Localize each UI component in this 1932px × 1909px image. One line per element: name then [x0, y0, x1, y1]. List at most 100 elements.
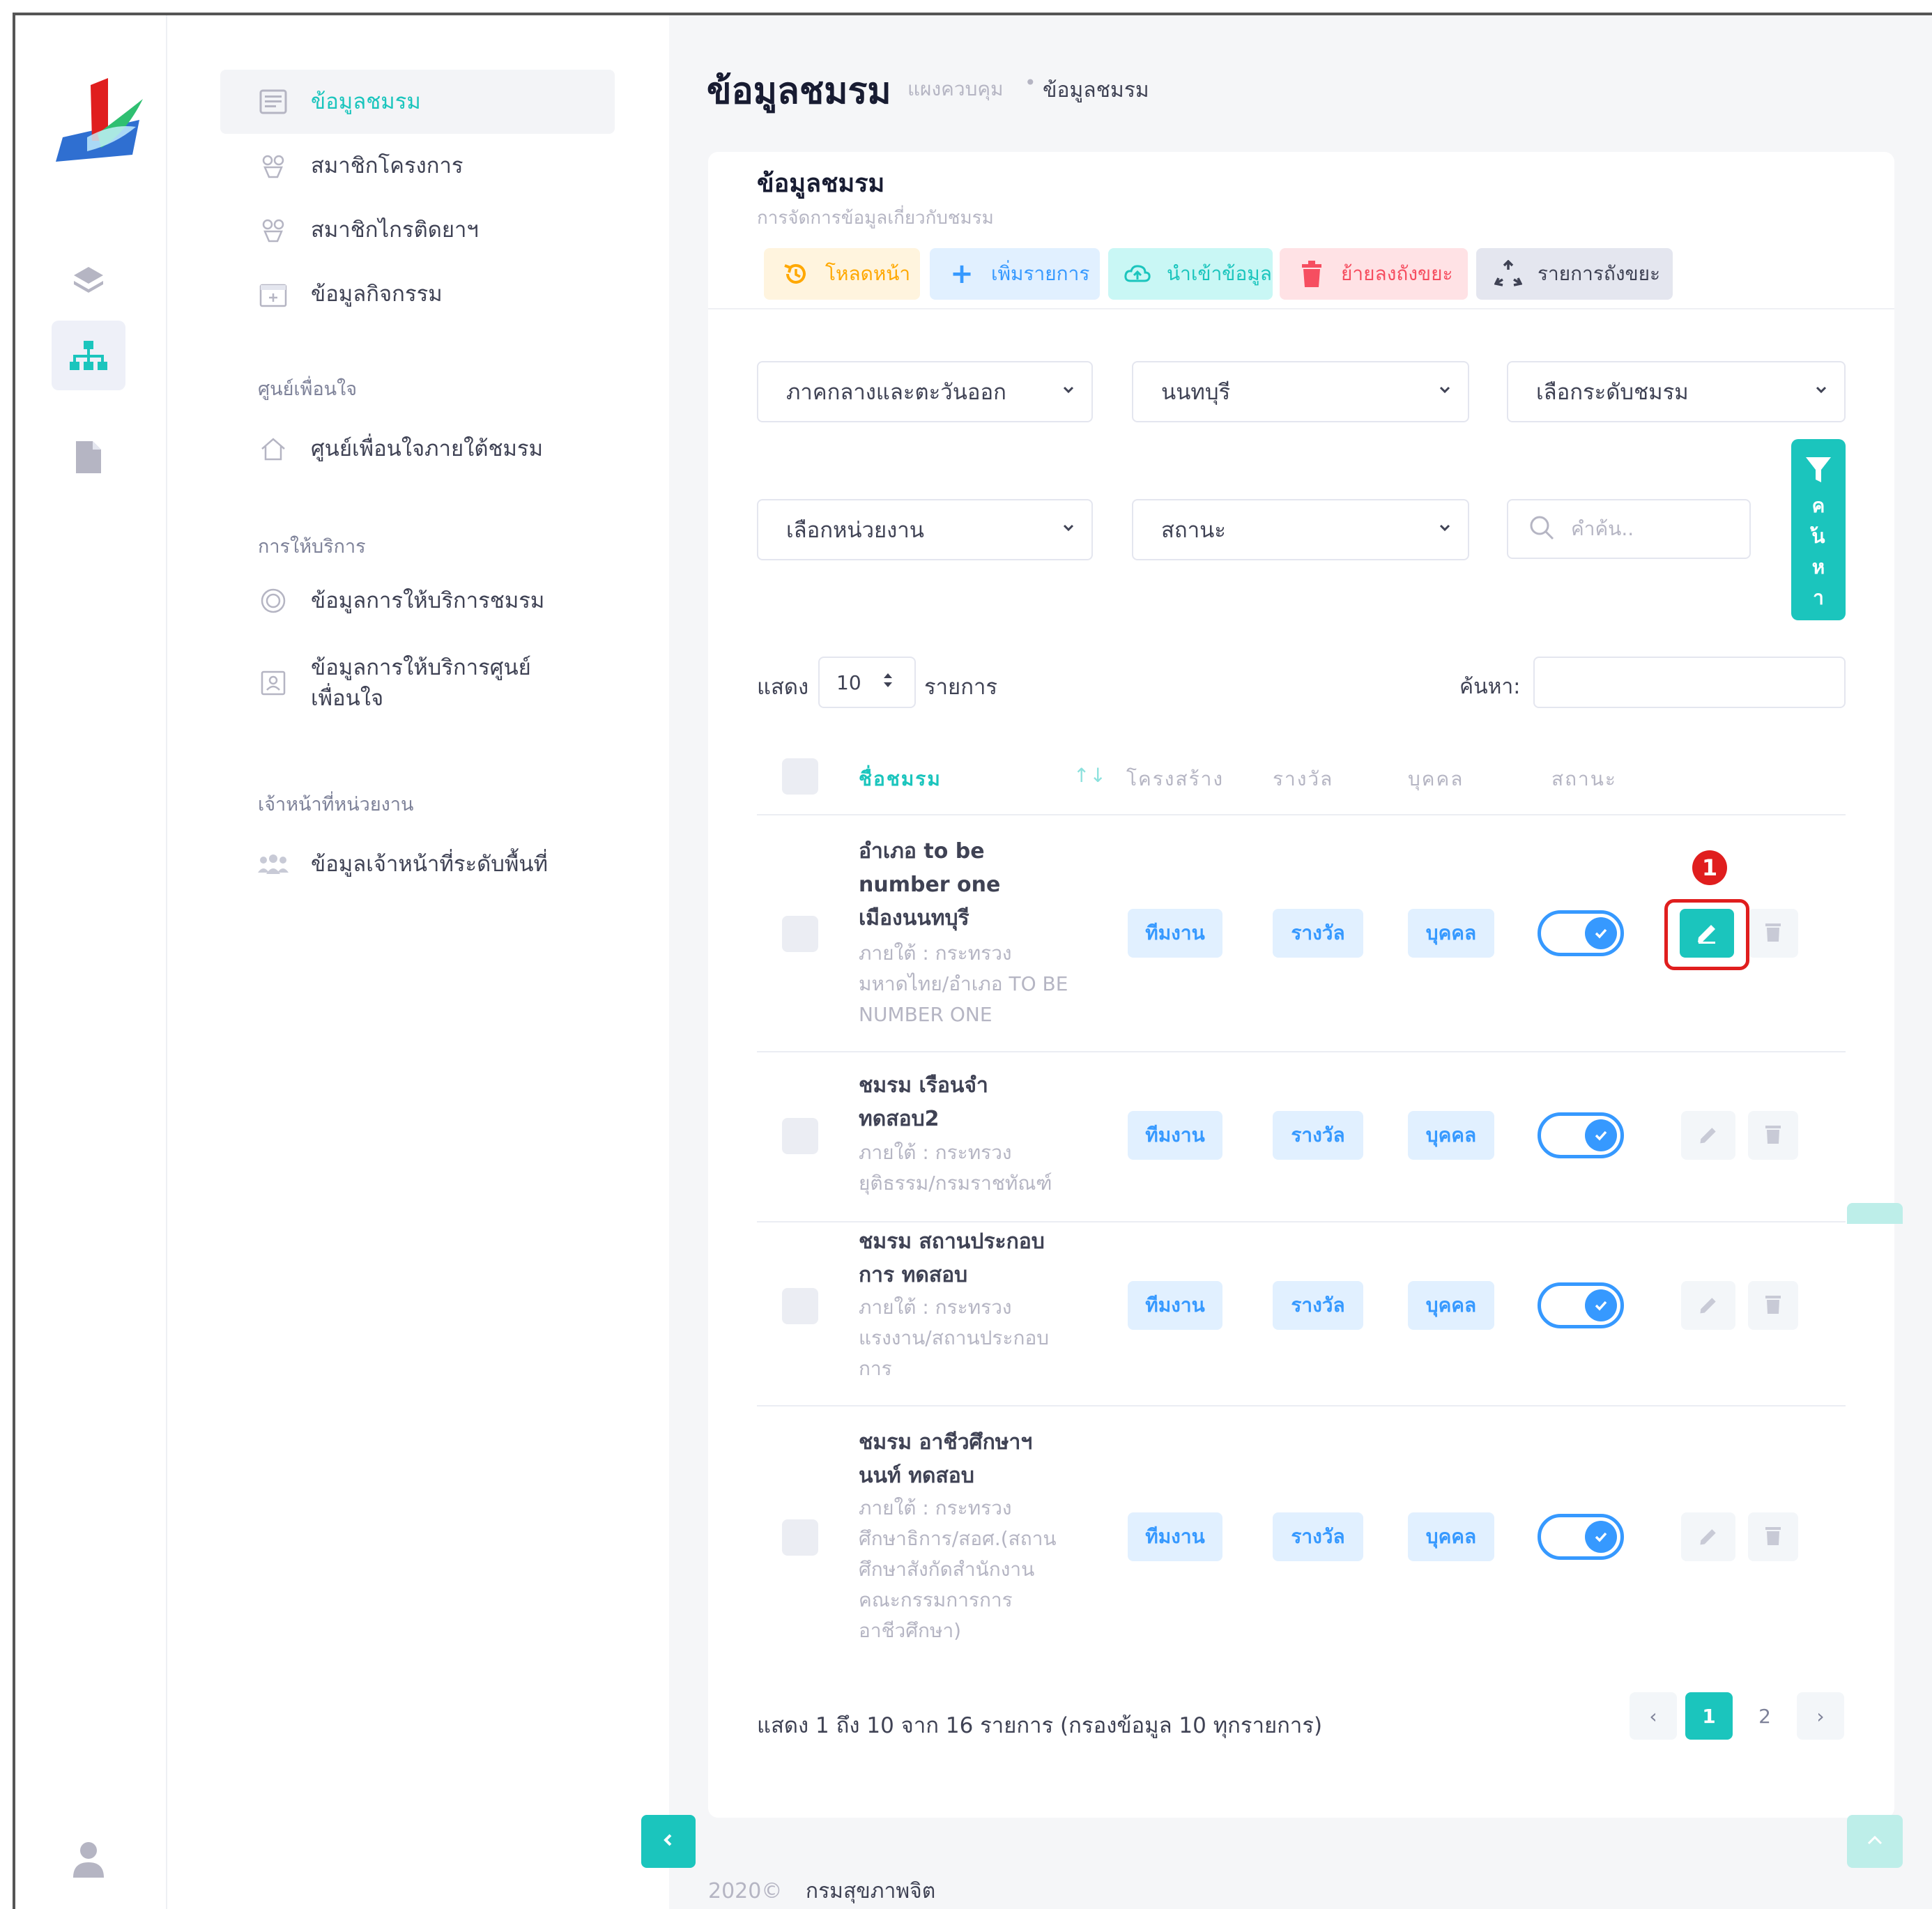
- status-select[interactable]: สถานะ: [1132, 499, 1469, 560]
- club-under-line: อาชีวศึกษา): [859, 1619, 962, 1642]
- award-button[interactable]: รางวัล: [1273, 1281, 1363, 1330]
- table-search-label: ค้นหา:: [1459, 675, 1521, 699]
- team-button[interactable]: ทีมงาน: [1128, 909, 1222, 958]
- row-checkbox[interactable]: [782, 1519, 818, 1556]
- menu-label: ข้อมูลชมรม: [311, 89, 421, 114]
- app-logo[interactable]: [49, 71, 153, 176]
- delete-button[interactable]: [1748, 1111, 1798, 1160]
- pagination-prev[interactable]: ‹: [1630, 1692, 1677, 1740]
- person-button[interactable]: บุคคล: [1408, 1512, 1494, 1561]
- menu-item-club-info[interactable]: ข้อมูลชมรม: [220, 70, 615, 134]
- province-select[interactable]: นนทบุรี: [1132, 361, 1469, 422]
- award-button[interactable]: รางวัล: [1273, 1512, 1363, 1561]
- club-name-line: ชมรม สถานประกอบ: [859, 1229, 1045, 1254]
- row-divider: [757, 1051, 1846, 1052]
- row-checkbox[interactable]: [782, 1118, 818, 1154]
- team-button[interactable]: ทีมงาน: [1128, 1281, 1222, 1330]
- pagination-page-1[interactable]: 1: [1685, 1692, 1733, 1740]
- menu-item-project-members[interactable]: สมาชิกโครงการ: [220, 134, 615, 198]
- trash-list-button[interactable]: รายการถังขยะ: [1476, 248, 1673, 300]
- delete-button[interactable]: [1748, 1281, 1798, 1330]
- menu-item-drug-members[interactable]: สมาชิกไกรติดยาฯ: [220, 198, 615, 262]
- delete-button[interactable]: [1748, 1512, 1798, 1561]
- move-to-trash-button[interactable]: ย้ายลงถังขยะ: [1280, 248, 1468, 300]
- menu-item-club-service[interactable]: ข้อมูลการให้บริการชมรม: [220, 569, 615, 633]
- column-header-status: สถานะ: [1551, 767, 1617, 790]
- keyword-search-input[interactable]: คำค้น..: [1507, 499, 1751, 559]
- add-button[interactable]: + เพิ่มรายการ: [930, 248, 1100, 300]
- breadcrumb-separator: •: [1025, 71, 1036, 94]
- scroll-handle[interactable]: [1847, 1203, 1903, 1224]
- edit-button[interactable]: [1681, 1512, 1735, 1561]
- pagination-info: แสดง 1 ถึง 10 จาก 16 รายการ (กรองข้อมูล …: [757, 1713, 1323, 1738]
- person-button[interactable]: บุคคล: [1408, 1281, 1494, 1330]
- filter-button-label: ค้นหา: [1807, 491, 1830, 613]
- user-icon[interactable]: [52, 1825, 125, 1894]
- import-button[interactable]: นำเข้าข้อมูล: [1108, 248, 1273, 300]
- column-header-name[interactable]: ชื่อชมรม: [859, 764, 942, 795]
- breadcrumb-home[interactable]: แผงควบคุม: [907, 74, 1004, 105]
- award-button[interactable]: รางวัล: [1273, 1111, 1363, 1160]
- status-toggle[interactable]: [1538, 1282, 1624, 1328]
- menu-item-local-staff[interactable]: ข้อมูลเจ้าหน้าที่ระดับพื้นที่: [220, 832, 615, 896]
- pagination-next[interactable]: ›: [1797, 1692, 1844, 1740]
- plus-icon: +: [950, 258, 974, 290]
- person-button[interactable]: บุคคล: [1408, 1111, 1494, 1160]
- club-level-select[interactable]: เลือกระดับชมรม: [1507, 361, 1846, 422]
- filter-search-button[interactable]: ค้นหา: [1791, 439, 1846, 620]
- menu-item-activities[interactable]: ข้อมูลกิจกรรม: [220, 262, 615, 326]
- page-title: ข้อมูลชมรม: [707, 70, 891, 112]
- calendar-icon: [256, 279, 290, 309]
- team-button[interactable]: ทีมงาน: [1128, 1111, 1222, 1160]
- menu-label: สมาชิกโครงการ: [311, 153, 463, 178]
- delete-button[interactable]: [1748, 909, 1798, 958]
- pagination-page-2[interactable]: 2: [1741, 1692, 1788, 1740]
- club-name-line: number one: [859, 873, 1001, 897]
- trash-icon: [1764, 1293, 1782, 1318]
- row-checkbox[interactable]: [782, 1288, 818, 1324]
- club-under: ภายใต้ : กระทรวง มหาดไทย/อำเภอ TO BE NUM…: [859, 938, 1089, 1030]
- status-toggle[interactable]: [1538, 910, 1624, 956]
- table-search-input[interactable]: [1533, 657, 1846, 708]
- chevron-down-icon: [1058, 379, 1079, 406]
- edit-button[interactable]: [1681, 1281, 1735, 1330]
- layers-icon[interactable]: [52, 245, 125, 315]
- menu-label: ข้อมูลการให้บริการชมรม: [311, 588, 545, 613]
- chevron-down-icon: [1811, 379, 1832, 406]
- menu-item-center-under-club[interactable]: ศูนย์เพื่อนใจภายใต้ชมรม: [220, 417, 615, 481]
- page-length-select[interactable]: 10: [818, 657, 916, 708]
- club-under-line: การ: [859, 1357, 892, 1380]
- menu-label: ศูนย์เพื่อนใจภายใต้ชมรม: [311, 436, 544, 461]
- status-toggle[interactable]: [1538, 1514, 1624, 1560]
- recycle-icon: [1493, 259, 1524, 289]
- menu-item-center-service[interactable]: ข้อมูลการให้บริการศูนย์ เพื่อนใจ: [220, 643, 615, 723]
- footer-org-link[interactable]: กรมสุขภาพจิต: [806, 1879, 935, 1903]
- club-under-line: ภายใต้ : กระทรวง: [859, 942, 1012, 965]
- scroll-top-button[interactable]: [1847, 1815, 1903, 1868]
- menu-label: ข้อมูลเจ้าหน้าที่ระดับพื้นที่: [311, 852, 549, 877]
- row-divider: [757, 814, 1846, 815]
- org-chart-icon[interactable]: [52, 321, 125, 390]
- row-checkbox[interactable]: [782, 916, 818, 952]
- person-button[interactable]: บุคคล: [1408, 909, 1494, 958]
- award-button[interactable]: รางวัล: [1273, 909, 1363, 958]
- check-icon: [1585, 1119, 1617, 1151]
- reload-button[interactable]: โหลดหน้า: [764, 248, 920, 300]
- trash-list-label: รายการถังขยะ: [1538, 262, 1661, 285]
- agency-select[interactable]: เลือกหน่วยงาน: [757, 499, 1093, 560]
- file-icon[interactable]: [52, 422, 125, 492]
- region-select[interactable]: ภาคกลางและตะวันออก: [757, 361, 1093, 422]
- footer: 2020© กรมสุขภาพจิต: [708, 1875, 935, 1908]
- reload-label: โหลดหน้า: [825, 262, 911, 285]
- chevron-left-icon: [658, 1830, 679, 1853]
- records-label: รายการ: [924, 675, 998, 700]
- team-button[interactable]: ทีมงาน: [1128, 1512, 1222, 1561]
- row-divider: [757, 1405, 1846, 1406]
- select-all-checkbox[interactable]: [782, 758, 818, 795]
- sort-icon[interactable]: ↑↓: [1073, 764, 1106, 787]
- collapse-sidebar-button[interactable]: [641, 1815, 696, 1868]
- club-name: ชมรม อาชีวศึกษาฯ นนท์ ทดสอบ: [859, 1426, 1089, 1493]
- edit-button[interactable]: [1681, 1111, 1735, 1160]
- status-toggle[interactable]: [1538, 1112, 1624, 1158]
- check-icon: [1585, 1289, 1617, 1321]
